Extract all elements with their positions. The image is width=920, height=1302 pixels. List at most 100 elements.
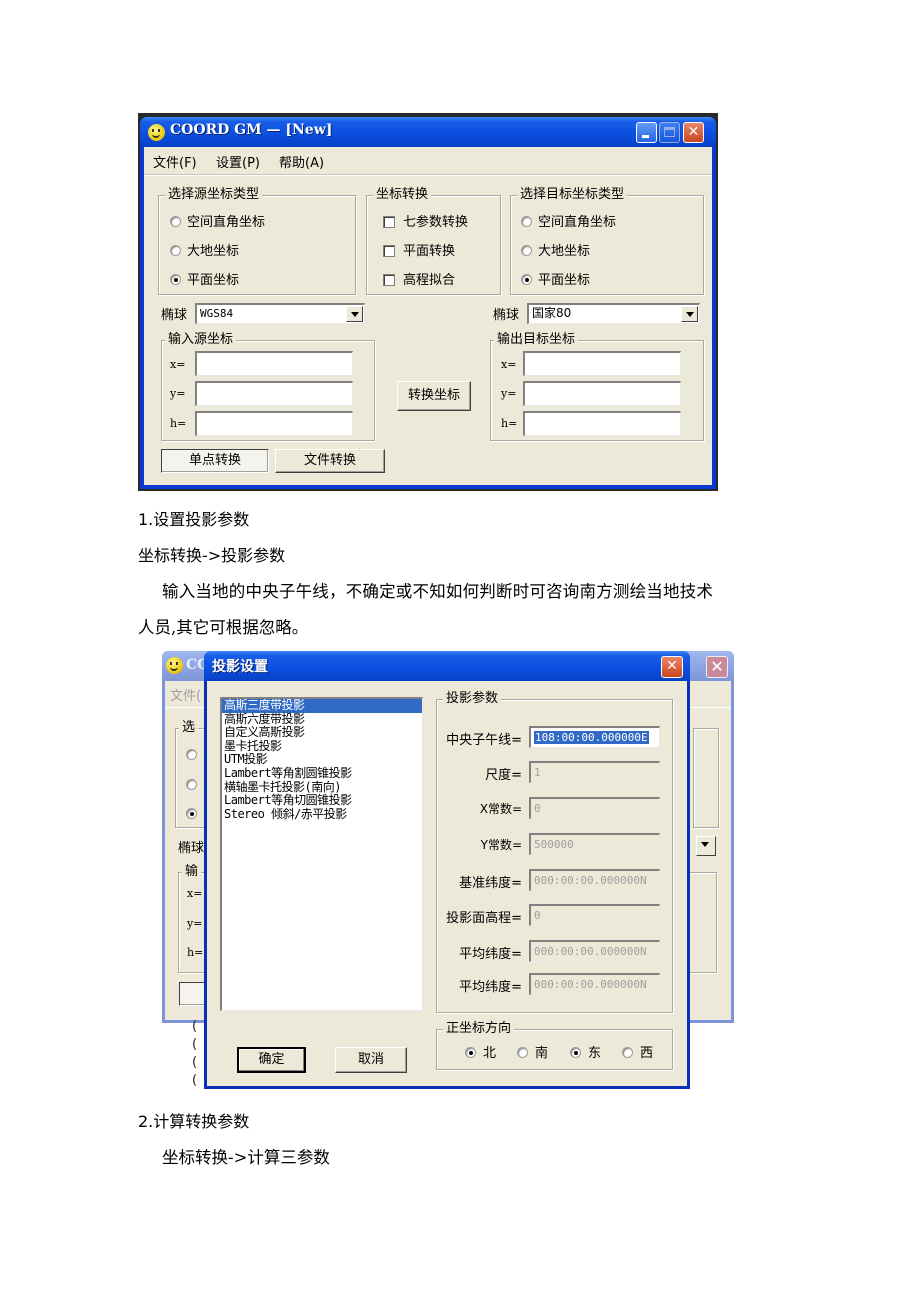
ok-button-label: 确定 (258, 1052, 285, 1067)
target-radio-cartesian[interactable] (521, 216, 532, 227)
plane-conversion-checkbox[interactable] (383, 245, 395, 257)
source-radio-plane[interactable] (170, 274, 181, 285)
y-constant-field[interactable]: 500000 (529, 833, 660, 855)
source-ellipsoid-value: WGS84 (200, 307, 234, 320)
heading-set-projection: 1.设置投影参数 (138, 510, 250, 529)
input-y-label: y= (170, 387, 186, 400)
background-right-group (693, 728, 719, 828)
output-coordinates-group: 输出目标坐标 x= y= h= (490, 332, 704, 441)
target-type-legend: 选择目标坐标类型 (517, 187, 628, 203)
ok-button[interactable]: 确定 (237, 1047, 306, 1073)
direction-radio-west[interactable] (622, 1047, 633, 1058)
background-chevron-down-icon (696, 836, 716, 856)
source-ellipsoid-select[interactable]: WGS84 (195, 303, 365, 324)
conversion-option-label: 高程拟合 (403, 273, 456, 288)
title-bar[interactable]: COORD GM — [New] ✕ (140, 117, 716, 147)
projection-list-item[interactable]: UTM投影 (222, 753, 422, 767)
x-constant-field[interactable]: 0 (529, 797, 660, 819)
tab-single-point[interactable]: 单点转换 (161, 449, 269, 473)
projection-list-item[interactable]: Stereo 倾斜/赤平投影 (222, 807, 422, 822)
projection-list-item[interactable]: 自定义高斯投影 (222, 726, 422, 740)
source-radio-cartesian[interactable] (170, 216, 181, 227)
coordinate-direction-legend: 正坐标方向 (443, 1021, 515, 1037)
close-button[interactable]: ✕ (683, 122, 704, 143)
output-h-field[interactable] (523, 411, 681, 436)
central-meridian-field[interactable]: 108:00:00.000000E (529, 726, 660, 748)
tab-single-point-label: 单点转换 (188, 453, 241, 468)
projection-list[interactable]: 高斯三度带投影 高斯六度带投影 自定义高斯投影 墨卡托投影 UTM投影 Lamb… (220, 697, 423, 1011)
input-x-label: x= (170, 358, 186, 371)
output-x-field[interactable] (523, 351, 681, 376)
output-y-label: y= (501, 387, 517, 400)
direction-radio-north[interactable] (465, 1047, 476, 1058)
close-icon: ✕ (666, 658, 678, 674)
direction-label-north: 北 (483, 1046, 497, 1061)
projection-list-item[interactable]: Lambert等角割圆锥投影 (222, 766, 422, 781)
base-latitude-field[interactable]: 000:00:00.000000N (529, 869, 660, 891)
main-client-area: 文件(F) 设置(P) 帮助(A) 选择源坐标类型 空间直角坐标 大地坐标 平面… (144, 147, 712, 485)
projection-list-item[interactable]: Lambert等角切圆锥投影 (222, 794, 422, 808)
source-type-legend: 选择源坐标类型 (165, 187, 263, 203)
maximize-button[interactable] (659, 122, 680, 143)
param-label-central-meridian: 中央子午线= (446, 733, 522, 748)
maximize-icon (664, 127, 675, 137)
target-option-label: 空间直角坐标 (538, 215, 617, 230)
menu-settings[interactable]: 设置(P) (216, 152, 260, 171)
chevron-down-icon[interactable] (681, 306, 698, 322)
source-type-group: 选择源坐标类型 空间直角坐标 大地坐标 平面坐标 (158, 187, 356, 295)
source-option-label: 平面坐标 (187, 273, 240, 288)
conversion-option-label: 七参数转换 (403, 215, 469, 230)
input-x-field[interactable] (195, 351, 353, 376)
target-radio-plane[interactable] (521, 274, 532, 285)
param-label-y-constant: Y常数= (480, 838, 522, 852)
projection-list-item[interactable]: 高斯三度带投影 (222, 698, 422, 713)
output-h-label: h= (501, 417, 518, 430)
background-h-label: h= (187, 946, 204, 959)
paragraph-line-2: 人员,其它可根据忽略。 (138, 618, 309, 637)
mean-latitude-1-field[interactable]: 000:00:00.000000N (529, 940, 660, 962)
dialog-title-bar[interactable]: 投影设置 ✕ (204, 651, 690, 681)
tab-file[interactable]: 文件转换 (275, 449, 385, 473)
main-window: COORD GM — [New] ✕ 文件(F) 设置(P) 帮助(A) 选择源… (140, 117, 716, 489)
direction-radio-south[interactable] (517, 1047, 528, 1058)
background-x-label: x= (187, 887, 203, 900)
mean-latitude-2-field[interactable]: 000:00:00.000000N (529, 973, 660, 995)
menu-help[interactable]: 帮助(A) (279, 152, 324, 171)
conversion-option-label: 平面转换 (403, 244, 456, 259)
target-radio-geodetic[interactable] (521, 245, 532, 256)
convert-coordinates-button[interactable]: 转换坐标 (397, 381, 471, 411)
menu-file[interactable]: 文件(F) (153, 152, 197, 171)
projection-height-field[interactable]: 0 (529, 904, 660, 926)
cancel-button-label: 取消 (357, 1052, 384, 1067)
direction-radio-east[interactable] (570, 1047, 581, 1058)
cancel-button[interactable]: 取消 (335, 1047, 407, 1073)
minimize-button[interactable] (636, 122, 657, 143)
menu-path-calc-three-params: 坐标转换->计算三参数 (162, 1148, 330, 1167)
source-option-label: 大地坐标 (187, 244, 240, 259)
param-label-mean-latitude-2: 平均纬度= (459, 980, 522, 995)
param-label-x-constant: X常数= (479, 802, 522, 816)
background-close-button[interactable]: ✕ (706, 656, 728, 678)
output-y-field[interactable] (523, 381, 681, 406)
source-radio-geodetic[interactable] (170, 245, 181, 256)
background-menu-fragment: 文件( (170, 689, 202, 704)
target-option-label: 大地坐标 (538, 244, 591, 259)
target-ellipsoid-label: 椭球 (493, 308, 520, 323)
seven-param-checkbox[interactable] (383, 216, 395, 228)
height-fitting-checkbox[interactable] (383, 274, 395, 286)
input-h-field[interactable] (195, 411, 353, 436)
coordinate-direction-group: 正坐标方向 北 南 东 西 (436, 1021, 673, 1070)
chevron-down-icon[interactable] (346, 306, 363, 322)
paragraph-line-1: 输入当地的中央子午线，不确定或不知如何判断时可咨询南方测绘当地技术 (162, 582, 714, 601)
target-ellipsoid-value: 国家80 (532, 306, 572, 320)
input-y-field[interactable] (195, 381, 353, 406)
menu-divider (144, 174, 712, 176)
dialog-close-button[interactable]: ✕ (661, 656, 683, 678)
background-group-fragment: 选 (179, 720, 199, 736)
background-input-fragment: 输 (182, 864, 202, 880)
conversion-group: 坐标转换 七参数转换 平面转换 高程拟合 (366, 187, 501, 295)
target-ellipsoid-select[interactable]: 国家80 (527, 303, 700, 324)
window-title: COORD GM — [New] (170, 122, 333, 138)
scale-field[interactable]: 1 (529, 761, 660, 783)
param-label-projection-height: 投影面高程= (446, 911, 522, 926)
